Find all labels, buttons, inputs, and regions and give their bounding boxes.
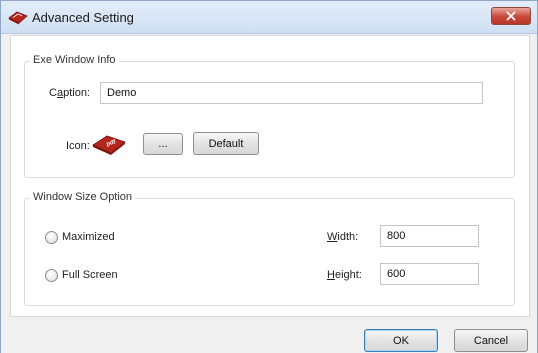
height-label: Height: bbox=[327, 269, 362, 281]
maximized-radio[interactable] bbox=[45, 231, 58, 244]
dialog-footer: OK Cancel bbox=[1, 317, 537, 353]
icon-label: Icon: bbox=[66, 140, 90, 152]
window-size-option-group: Window Size Option Maximized Full Screen… bbox=[24, 191, 515, 306]
exe-window-info-group: Exe Window Info Caption: Demo Icon: pdf … bbox=[24, 54, 515, 178]
pdf-app-icon bbox=[8, 11, 28, 25]
window-title: Advanced Setting bbox=[32, 10, 134, 25]
default-icon-button[interactable]: Default bbox=[193, 132, 259, 155]
exe-window-info-legend: Exe Window Info bbox=[30, 54, 119, 66]
maximized-label[interactable]: Maximized bbox=[62, 231, 115, 243]
caption-input[interactable]: Demo bbox=[100, 82, 483, 104]
height-input[interactable]: 600 bbox=[380, 263, 479, 285]
settings-panel: Exe Window Info Caption: Demo Icon: pdf … bbox=[10, 35, 530, 317]
width-label: Width: bbox=[327, 231, 359, 243]
cancel-button[interactable]: Cancel bbox=[454, 329, 528, 352]
window-size-option-legend: Window Size Option bbox=[30, 191, 136, 203]
width-input[interactable]: 800 bbox=[380, 225, 479, 247]
browse-icon-button[interactable]: ... bbox=[143, 133, 183, 155]
ok-button[interactable]: OK bbox=[364, 329, 438, 352]
full-screen-radio[interactable] bbox=[45, 269, 58, 282]
title-bar[interactable]: Advanced Setting bbox=[1, 1, 537, 34]
advanced-setting-dialog: Advanced Setting Exe Window Info Caption… bbox=[0, 0, 538, 353]
close-icon bbox=[506, 11, 516, 21]
full-screen-label[interactable]: Full Screen bbox=[62, 269, 118, 281]
close-button[interactable] bbox=[491, 7, 531, 25]
caption-label: Caption: bbox=[49, 87, 90, 99]
pdf-icon[interactable]: pdf bbox=[92, 133, 126, 155]
